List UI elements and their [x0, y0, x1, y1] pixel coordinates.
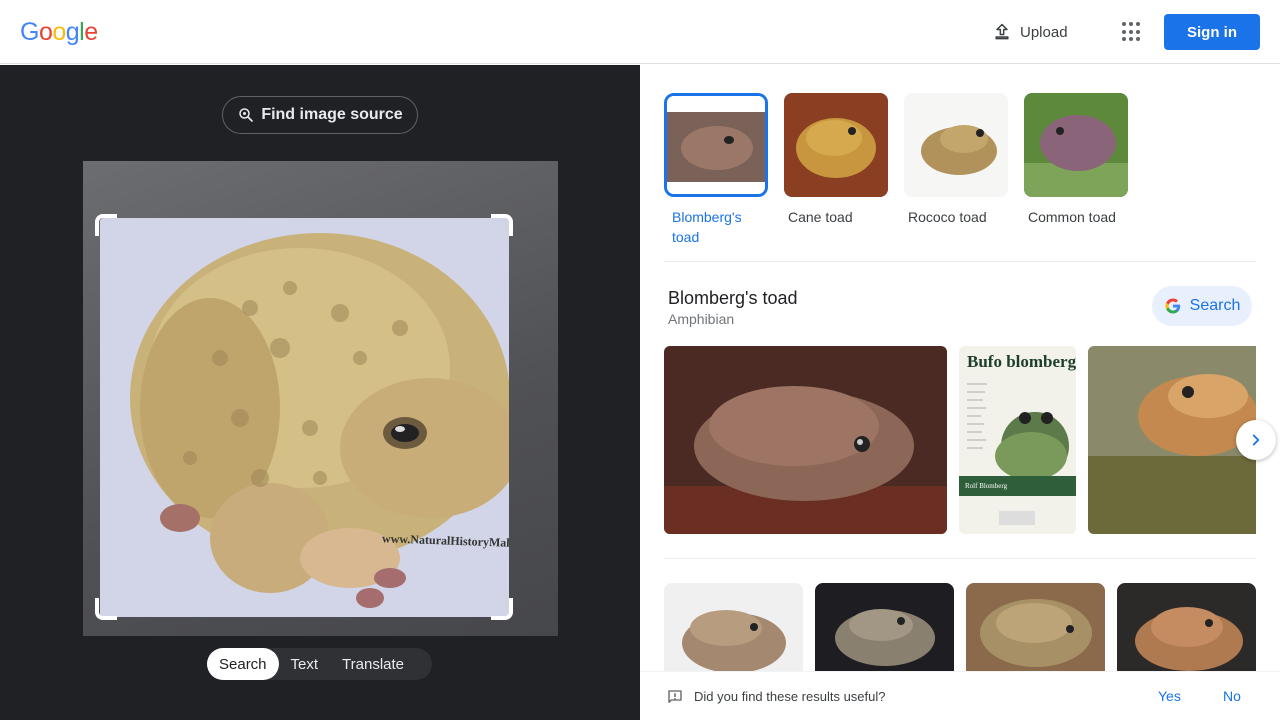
results-panel: Blomberg's toad Cane toad Rococo toad Co… [640, 65, 1280, 720]
visual-match-image[interactable] [664, 583, 803, 673]
gallery-image[interactable] [664, 346, 947, 534]
upload-button[interactable]: Upload [992, 18, 1068, 46]
match-chip-cane-toad[interactable]: Cane toad [784, 93, 888, 247]
match-thumbnail [904, 93, 1008, 197]
match-chip-blombergs-toad[interactable]: Blomberg's toad [664, 93, 768, 247]
find-image-source-label: Find image source [261, 106, 403, 123]
lens-search-icon [239, 108, 254, 122]
match-label: Blomberg's toad [672, 209, 742, 245]
crop-handle-top-right[interactable] [491, 214, 513, 236]
match-label: Cane toad [788, 209, 853, 225]
tab-search[interactable]: Search [207, 648, 279, 680]
google-g-icon [1165, 298, 1180, 314]
feedback-question: Did you find these results useful? [694, 689, 886, 704]
entity-image-gallery: Bufo blomberg Rolf Blomberg [664, 346, 1256, 534]
apps-grid-icon[interactable] [1120, 20, 1144, 44]
logo-letter: o [52, 18, 66, 46]
feedback-no-button[interactable]: No [1223, 688, 1241, 704]
upload-label: Upload [1020, 23, 1068, 41]
entity-search-label: Search [1189, 297, 1241, 314]
chevron-right-icon [1252, 434, 1260, 446]
visual-match-image[interactable] [966, 583, 1105, 673]
google-logo[interactable]: Google [20, 17, 98, 47]
section-divider [664, 558, 1256, 559]
tab-text[interactable]: Text [279, 648, 331, 680]
feedback-yes-button[interactable]: Yes [1158, 688, 1181, 704]
image-preview-panel: Find image source www.NaturalHistoryMall… [0, 65, 640, 720]
sign-in-button[interactable]: Sign in [1164, 14, 1260, 50]
visual-match-image[interactable] [1117, 583, 1256, 673]
crop-selection[interactable]: www.NaturalHistoryMall.com [100, 218, 509, 617]
entity-subtitle: Amphibian [668, 311, 735, 327]
section-divider [664, 261, 1256, 262]
entity-search-button[interactable]: Search [1152, 286, 1252, 326]
lens-mode-tabs: Search Text Translate [207, 648, 432, 680]
book-author: Rolf Blomberg [965, 482, 1008, 490]
match-chips: Blomberg's toad Cane toad Rococo toad Co… [664, 93, 1128, 247]
gallery-next-button[interactable] [1236, 420, 1276, 460]
find-image-source-button[interactable]: Find image source [222, 96, 418, 134]
match-chip-rococo-toad[interactable]: Rococo toad [904, 93, 1008, 247]
feedback-bar: Did you find these results useful? Yes N… [640, 671, 1280, 720]
toad-photo [100, 218, 509, 617]
visual-match-image[interactable] [815, 583, 954, 673]
crop-handle-bottom-left[interactable] [95, 598, 117, 620]
logo-letter: g [65, 18, 80, 46]
match-thumbnail [784, 93, 888, 197]
logo-letter: G [20, 18, 39, 46]
logo-letter: o [38, 18, 53, 46]
crop-handle-top-left[interactable] [95, 214, 117, 236]
upload-icon [995, 23, 1009, 40]
feedback-icon [668, 690, 682, 703]
gallery-image[interactable] [1088, 346, 1256, 534]
match-thumbnail [664, 93, 768, 197]
tab-translate[interactable]: Translate [330, 648, 416, 680]
gallery-book-cover[interactable]: Bufo blomberg Rolf Blomberg [959, 346, 1076, 534]
match-chip-common-toad[interactable]: Common toad [1024, 93, 1128, 247]
uploaded-image: www.NaturalHistoryMall.com [83, 161, 558, 636]
entity-title: Blomberg's toad [668, 288, 798, 308]
match-thumbnail [1024, 93, 1128, 197]
visual-matches-grid [664, 583, 1256, 673]
match-label: Rococo toad [908, 209, 987, 225]
top-bar: Google Upload Sign in [0, 0, 1280, 64]
crop-handle-bottom-right[interactable] [491, 598, 513, 620]
match-label: Common toad [1028, 209, 1116, 225]
logo-letter: e [84, 18, 98, 46]
